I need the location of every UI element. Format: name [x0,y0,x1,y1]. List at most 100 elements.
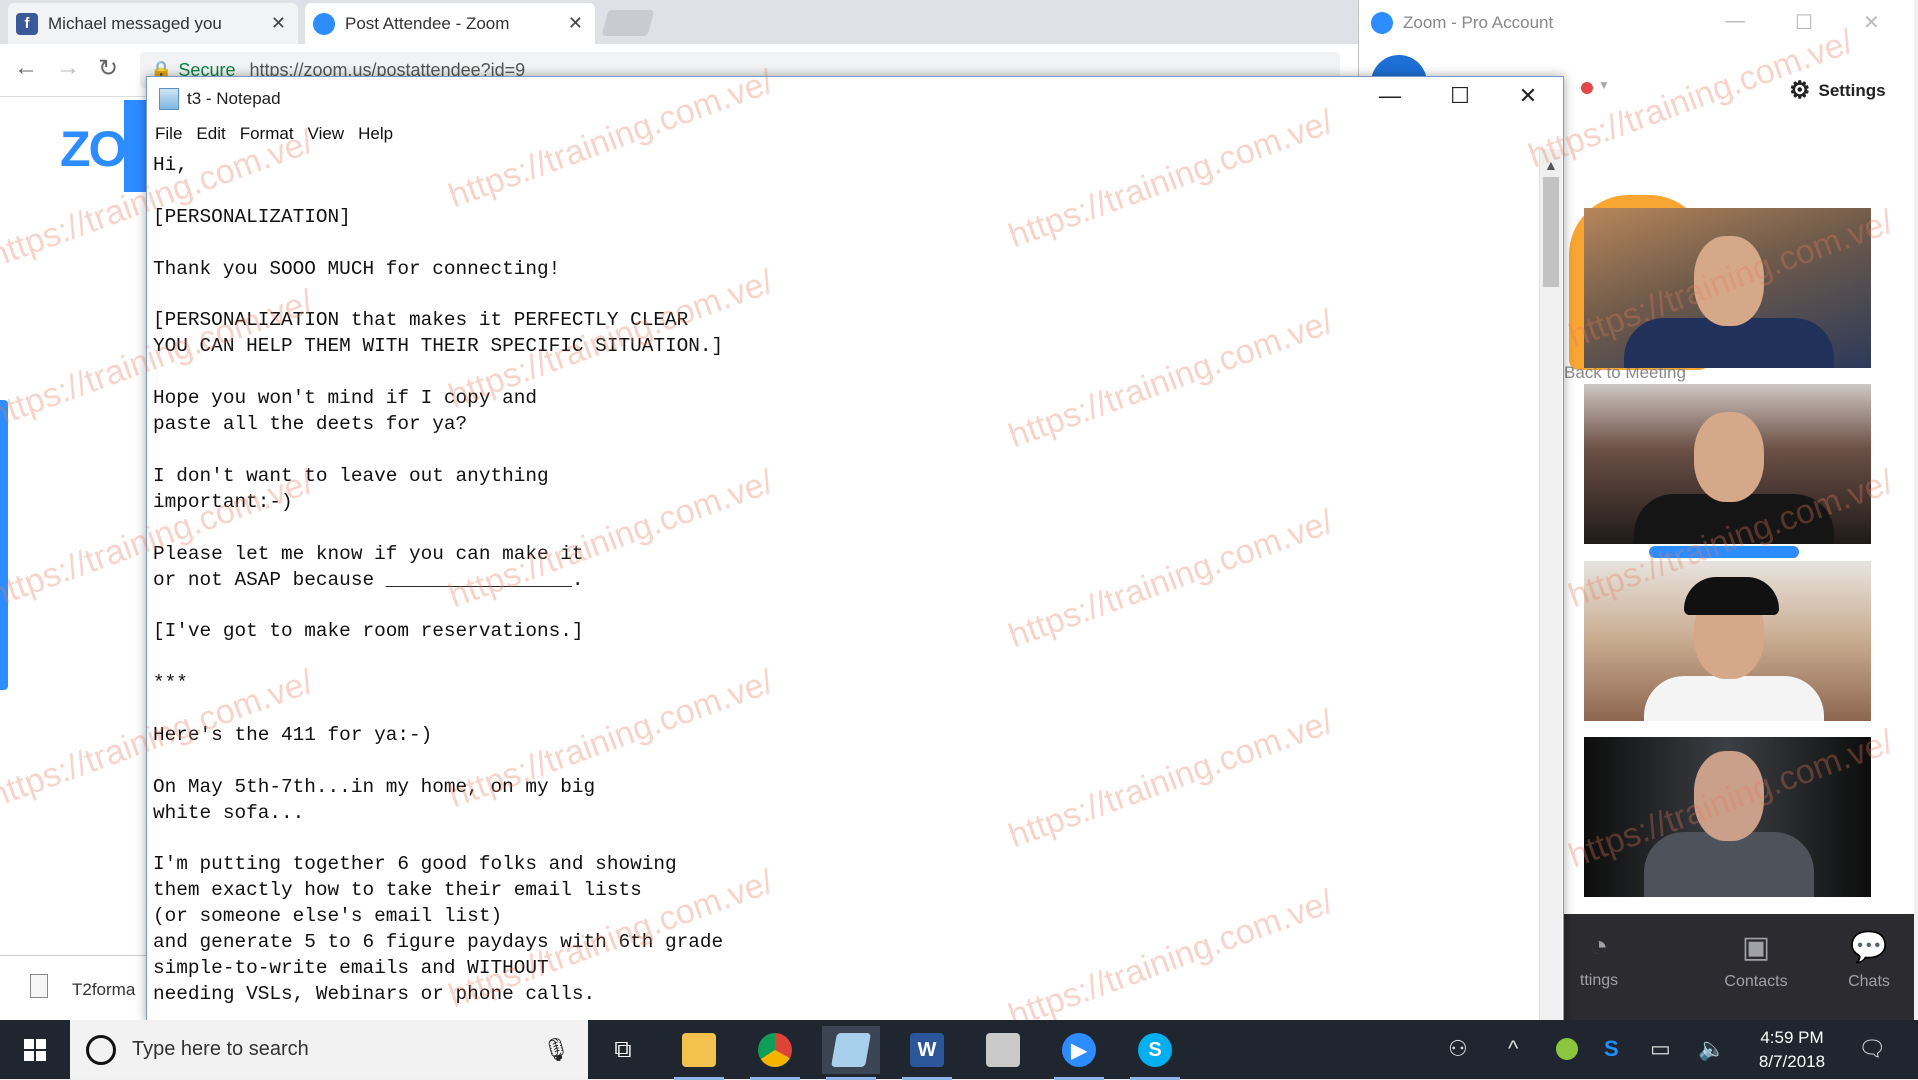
zoom-banner [124,100,148,192]
search-placeholder: Type here to search [132,1038,309,1060]
zoom-icon: ▶ [1062,1033,1096,1067]
chats-icon: 💬 [1850,931,1888,964]
back-icon[interactable]: ← [14,54,38,82]
windows-icon [24,1038,46,1061]
zoom-icon [1371,12,1393,34]
chevron-down-icon[interactable]: ▼ [1598,78,1610,92]
maximize-icon[interactable]: ☐ [1437,83,1483,109]
close-tab-icon[interactable]: ✕ [568,13,583,34]
menu-file[interactable]: File [155,124,182,144]
tab-title: Post Attendee - Zoom [345,13,510,33]
notepad-icon [831,1033,871,1067]
participant-body [1644,832,1814,897]
settings-label: Settings [1818,80,1886,100]
new-tab-button[interactable] [601,10,655,36]
video-tile[interactable] [1584,561,1871,721]
participant-cap [1684,577,1779,615]
contacts-label: Contacts [1724,973,1788,990]
chevron-up-icon[interactable]: ^ [1508,1036,1518,1062]
notepad-icon [159,88,179,110]
settings-button[interactable]: ⚙ Settings [1789,76,1886,105]
notepad-titlebar: t3 - Notepad [147,77,1563,121]
scroll-up-icon[interactable]: ▲ [1544,157,1558,173]
tab-title: Michael messaged you [48,13,222,33]
tray-s-icon[interactable]: S [1604,1036,1619,1062]
meetings-label: ttings [1579,972,1619,989]
app-button[interactable] [974,1026,1032,1074]
tab-strip: f Michael messaged you ✕ Post Attendee -… [0,0,1360,44]
start-button[interactable] [0,1020,70,1079]
skype-button[interactable]: S [1126,1026,1184,1080]
notifications-icon[interactable]: 🗨 [1858,1036,1886,1062]
download-filename[interactable]: T2forma [72,980,135,1000]
participant-face [1694,751,1764,841]
word-icon: W [910,1033,944,1067]
minimize-icon[interactable]: — [1725,10,1745,33]
menu-view[interactable]: View [308,124,345,144]
side-accent [0,400,8,690]
people-icon[interactable]: ⚇ [1448,1036,1468,1062]
chats-label: Chats [1848,973,1890,990]
minimize-icon[interactable]: — [1367,83,1413,109]
status-indicator[interactable] [1581,82,1593,94]
video-tile[interactable] [1584,737,1871,897]
zoom-taskbar-button[interactable]: ▶ [1050,1026,1108,1080]
scroll-thumb[interactable] [1543,177,1559,287]
zoom-logo: ZO [60,121,127,177]
notepad-taskbar-button[interactable] [822,1026,880,1080]
folder-icon [682,1033,716,1067]
close-icon[interactable]: ✕ [1505,83,1551,109]
task-view-icon: ⧉ [614,1036,632,1063]
notepad-menubar: File Edit Format View Help [147,121,1563,147]
zoom-titlebar: Zoom - Pro Account [1359,0,1914,46]
facebook-icon: f [16,12,38,35]
download-bar: T2forma [0,955,150,1021]
clock-time: 4:59 PM [1760,1028,1824,1047]
zoom-window-title: Zoom - Pro Account [1403,13,1554,32]
active-speaker-indicator [1649,546,1799,558]
chrome-button[interactable] [746,1026,804,1080]
cortana-icon [86,1034,116,1065]
video-tile[interactable] [1584,208,1871,368]
forward-icon[interactable]: → [56,54,80,82]
vertical-scrollbar[interactable]: ▲ [1539,149,1562,1022]
search-input[interactable]: Type here to search 🎙 [70,1020,588,1079]
microphone-icon[interactable]: 🎙 [542,1037,570,1063]
close-tab-icon[interactable]: ✕ [271,13,286,34]
participant-face [1694,412,1764,502]
tab-zoom[interactable]: Post Attendee - Zoom ✕ [305,3,595,44]
file-explorer-button[interactable] [670,1026,728,1080]
file-icon [30,974,48,998]
gear-icon: ⚙ [1789,77,1811,104]
battery-icon[interactable]: ▭ [1650,1036,1671,1062]
menu-format[interactable]: Format [240,124,294,144]
chats-button[interactable]: 💬 Chats [1829,930,1909,991]
notepad-title: t3 - Notepad [187,89,281,108]
participant-face [1694,236,1764,326]
skype-icon: S [1138,1033,1172,1067]
tray-app-icon[interactable] [1556,1038,1578,1060]
text-editor[interactable]: Hi, [PERSONALIZATION] Thank you SOOO MUC… [147,149,1537,1022]
volume-icon[interactable]: 🔈 [1698,1036,1725,1062]
menu-help[interactable]: Help [358,124,393,144]
taskbar: Type here to search 🎙 ⧉ W ▶ S ⚇ ^ S ▭ 🔈 … [0,1020,1918,1080]
document-text[interactable]: Hi, [PERSONALIZATION] Thank you SOOO MUC… [147,149,1537,1012]
menu-edit[interactable]: Edit [196,124,225,144]
zoom-icon [313,12,335,35]
chrome-icon [758,1033,792,1067]
word-button[interactable]: W [898,1026,956,1080]
contacts-icon: ▣ [1741,931,1771,964]
video-tile[interactable] [1584,384,1871,544]
maximize-icon[interactable]: ☐ [1795,10,1813,35]
app-icon [986,1033,1020,1067]
notepad-window: t3 - Notepad — ☐ ✕ File Edit Format View… [146,76,1564,1023]
clock[interactable]: 4:59 PM 8/7/2018 [1752,1026,1832,1074]
close-icon[interactable]: ✕ [1863,10,1880,35]
tab-facebook[interactable]: f Michael messaged you ✕ [8,3,298,44]
reload-icon[interactable]: ↻ [98,54,118,83]
meetings-button[interactable]: ◔ ttings [1564,930,1634,990]
clock-date: 8/7/2018 [1758,1052,1826,1071]
contacts-button[interactable]: ▣ Contacts [1711,930,1801,991]
participant-body [1644,676,1824,721]
task-view-button[interactable]: ⧉ [594,1026,652,1074]
